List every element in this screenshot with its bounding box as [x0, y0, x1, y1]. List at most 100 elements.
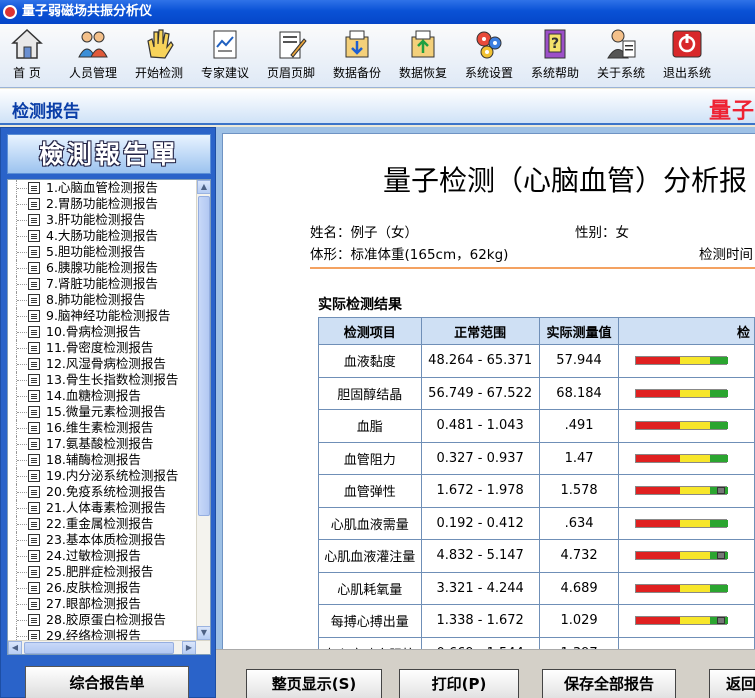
- report-list-item[interactable]: 29.经络检测报告: [8, 628, 198, 640]
- tree-line: [16, 196, 28, 212]
- toolbar-user-management-button[interactable]: 人员管理: [64, 27, 122, 87]
- restore-icon: [411, 30, 435, 58]
- item-cell: 血管弹性: [318, 474, 422, 508]
- exit-icon: [672, 30, 702, 58]
- report-list-item[interactable]: 24.过敏检测报告: [8, 548, 198, 564]
- back-button[interactable]: 返回: [709, 669, 755, 698]
- report-list-item[interactable]: 8.肺功能检测报告: [8, 292, 198, 308]
- toolbar-header-footer-button[interactable]: 页眉页脚: [262, 27, 320, 87]
- table-row: 心肌血液需量 0.192 - 0.412.634: [318, 506, 755, 540]
- report-list-item[interactable]: 12.风湿骨病检测报告: [8, 356, 198, 372]
- result-title: 实际检测结果: [318, 297, 402, 313]
- tree-line: [16, 292, 28, 308]
- report-list-item[interactable]: 21.人体毒素检测报告: [8, 500, 198, 516]
- result-bar: [635, 421, 729, 431]
- tree-line: [16, 468, 28, 484]
- document-icon: [28, 230, 40, 242]
- scroll-right-button[interactable]: ▶: [182, 641, 196, 654]
- value-cell: .634: [538, 506, 620, 540]
- report-list-item[interactable]: 25.肥胖症检测报告: [8, 564, 198, 580]
- patient-body: 体形：标准体重(165cm，62kg): [310, 247, 509, 263]
- window-title-bar: 量子弱磁场共振分析仪: [0, 0, 755, 24]
- report-list-item[interactable]: 26.皮肤检测报告: [8, 580, 198, 596]
- toolbar-home-button[interactable]: 首 页: [4, 27, 50, 87]
- table-row: 血液黏度 48.264 - 65.371 57.944: [318, 344, 755, 378]
- section-title: 检测报告: [12, 102, 80, 122]
- item-cell: 胆固醇结晶: [318, 376, 422, 410]
- scroll-thumb[interactable]: [198, 196, 210, 516]
- report-list-item[interactable]: 10.骨病检测报告: [8, 324, 198, 340]
- toolbar-start-detection-button[interactable]: 开始检测: [130, 27, 188, 87]
- report-list-item[interactable]: 13.骨生长指数检测报告: [8, 372, 198, 388]
- report-list-item[interactable]: 17.氨基酸检测报告: [8, 436, 198, 452]
- document-icon: [28, 358, 40, 370]
- print-button[interactable]: 打印(P): [399, 669, 519, 698]
- scroll-down-button[interactable]: ▼: [197, 626, 210, 640]
- report-list-item[interactable]: 2.胃肠功能检测报告: [8, 196, 198, 212]
- tree-line: [16, 580, 28, 596]
- report-list-item[interactable]: 9.脑神经功能检测报告: [8, 308, 198, 324]
- tree-line: [16, 212, 28, 228]
- report-list-item[interactable]: 6.胰腺功能检测报告: [8, 260, 198, 276]
- table-row: 心肌血液灌注量 4.832 - 5.147 4.732: [318, 539, 755, 573]
- item-cell: 左心室喷血阻抗: [318, 636, 422, 649]
- report-list-item[interactable]: 15.微量元素检测报告: [8, 404, 198, 420]
- result-bar: [635, 583, 729, 593]
- report-list-item[interactable]: 27.眼部检测报告: [8, 596, 198, 612]
- save-all-reports-button[interactable]: 保存全部报告: [542, 669, 676, 698]
- document-icon: [28, 582, 40, 594]
- result-bar: [635, 518, 729, 528]
- item-cell: 心肌血液需量: [318, 506, 422, 540]
- range-cell: 1.672 - 1.978: [420, 474, 540, 508]
- toolbar-data-restore-button[interactable]: 数据恢复: [394, 27, 452, 87]
- report-list-item[interactable]: 11.骨密度检测报告: [8, 340, 198, 356]
- document-icon: [28, 246, 40, 258]
- report-list-item[interactable]: 19.内分泌系统检测报告: [8, 468, 198, 484]
- document-icon: [28, 470, 40, 482]
- report-list-item[interactable]: 1.心脑血管检测报告: [8, 180, 198, 196]
- report-list-item[interactable]: 28.胶原蛋白检测报告: [8, 612, 198, 628]
- report-list-item[interactable]: 4.大肠功能检测报告: [8, 228, 198, 244]
- tree-line: [16, 596, 28, 612]
- value-marker: [716, 617, 725, 625]
- document-icon: [28, 326, 40, 338]
- tree-horizontal-scrollbar[interactable]: ◀ ▶: [8, 640, 210, 654]
- summary-report-button[interactable]: 综合报告单: [25, 666, 189, 698]
- col-item: 检测项目: [318, 317, 422, 345]
- app-icon: [3, 5, 17, 19]
- report-list-item[interactable]: 3.肝功能检测报告: [8, 212, 198, 228]
- report-list-item[interactable]: 14.血糖检测报告: [8, 388, 198, 404]
- home-icon: [11, 28, 43, 59]
- range-cell: 56.749 - 67.522: [420, 376, 540, 410]
- result-cell: [618, 344, 755, 378]
- report-list-item[interactable]: 22.重金属检测报告: [8, 516, 198, 532]
- result-cell: [618, 604, 755, 638]
- toolbar-data-backup-button[interactable]: 数据备份: [328, 27, 386, 87]
- tree-vertical-scrollbar[interactable]: ▲ ▼: [196, 180, 210, 640]
- toolbar-about-button[interactable]: 关于系统: [592, 27, 650, 87]
- scroll-left-button[interactable]: ◀: [8, 641, 22, 654]
- toolbar-exit-button[interactable]: 退出系统: [658, 27, 716, 87]
- report-list-item[interactable]: 5.胆功能检测报告: [8, 244, 198, 260]
- page-display-button[interactable]: 整页显示(S): [246, 669, 382, 698]
- report-list-item[interactable]: 16.维生素检测报告: [8, 420, 198, 436]
- horizontal-scroll-thumb[interactable]: [24, 642, 174, 654]
- report-list-item[interactable]: 7.肾脏功能检测报告: [8, 276, 198, 292]
- report-list-item-label: 20.免疫系统检测报告: [46, 484, 166, 499]
- brand-logo: 量子: [708, 99, 755, 124]
- result-bar: [635, 388, 729, 398]
- window-title: 量子弱磁场共振分析仪: [22, 4, 153, 19]
- report-list-item[interactable]: 18.辅酶检测报告: [8, 452, 198, 468]
- scroll-up-button[interactable]: ▲: [197, 180, 210, 194]
- document-icon: [28, 294, 40, 306]
- section-header: 检测报告 量子: [0, 89, 755, 125]
- tree-line: [16, 516, 28, 532]
- toolbar-expert-advice-button[interactable]: 专家建议: [196, 27, 254, 87]
- toolbar-system-settings-button[interactable]: 系统设置: [460, 27, 518, 87]
- report-list-item[interactable]: 20.免疫系统检测报告: [8, 484, 198, 500]
- range-cell: 0.669 - 1.544: [420, 636, 540, 649]
- about-icon: [607, 29, 636, 59]
- report-list-item[interactable]: 23.基本体质检测报告: [8, 532, 198, 548]
- table-row: 左心室喷血阻抗0.669 - 1.5441.397: [318, 636, 755, 649]
- toolbar-system-help-button[interactable]: ? 系统帮助: [526, 27, 584, 87]
